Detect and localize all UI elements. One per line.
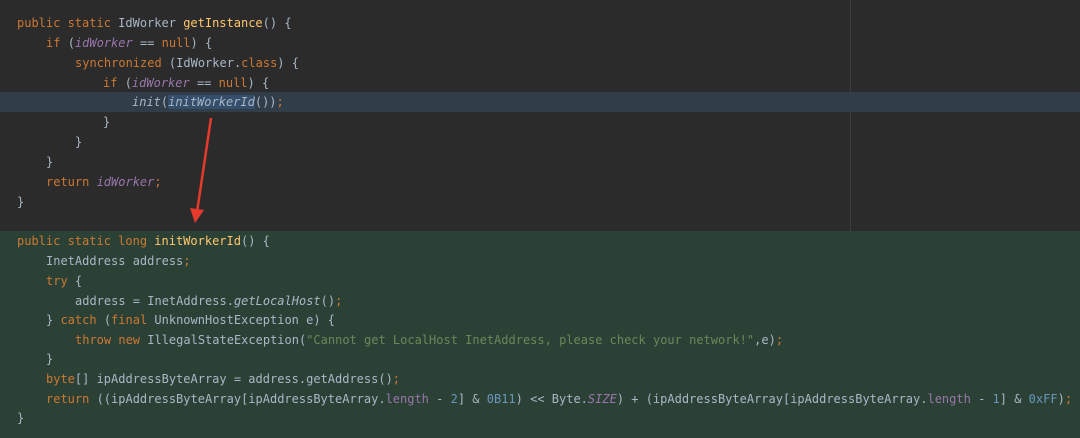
red-arrow-icon xyxy=(190,117,213,223)
code-editor[interactable]: public static IdWorker getInstance() { i… xyxy=(0,0,1080,438)
